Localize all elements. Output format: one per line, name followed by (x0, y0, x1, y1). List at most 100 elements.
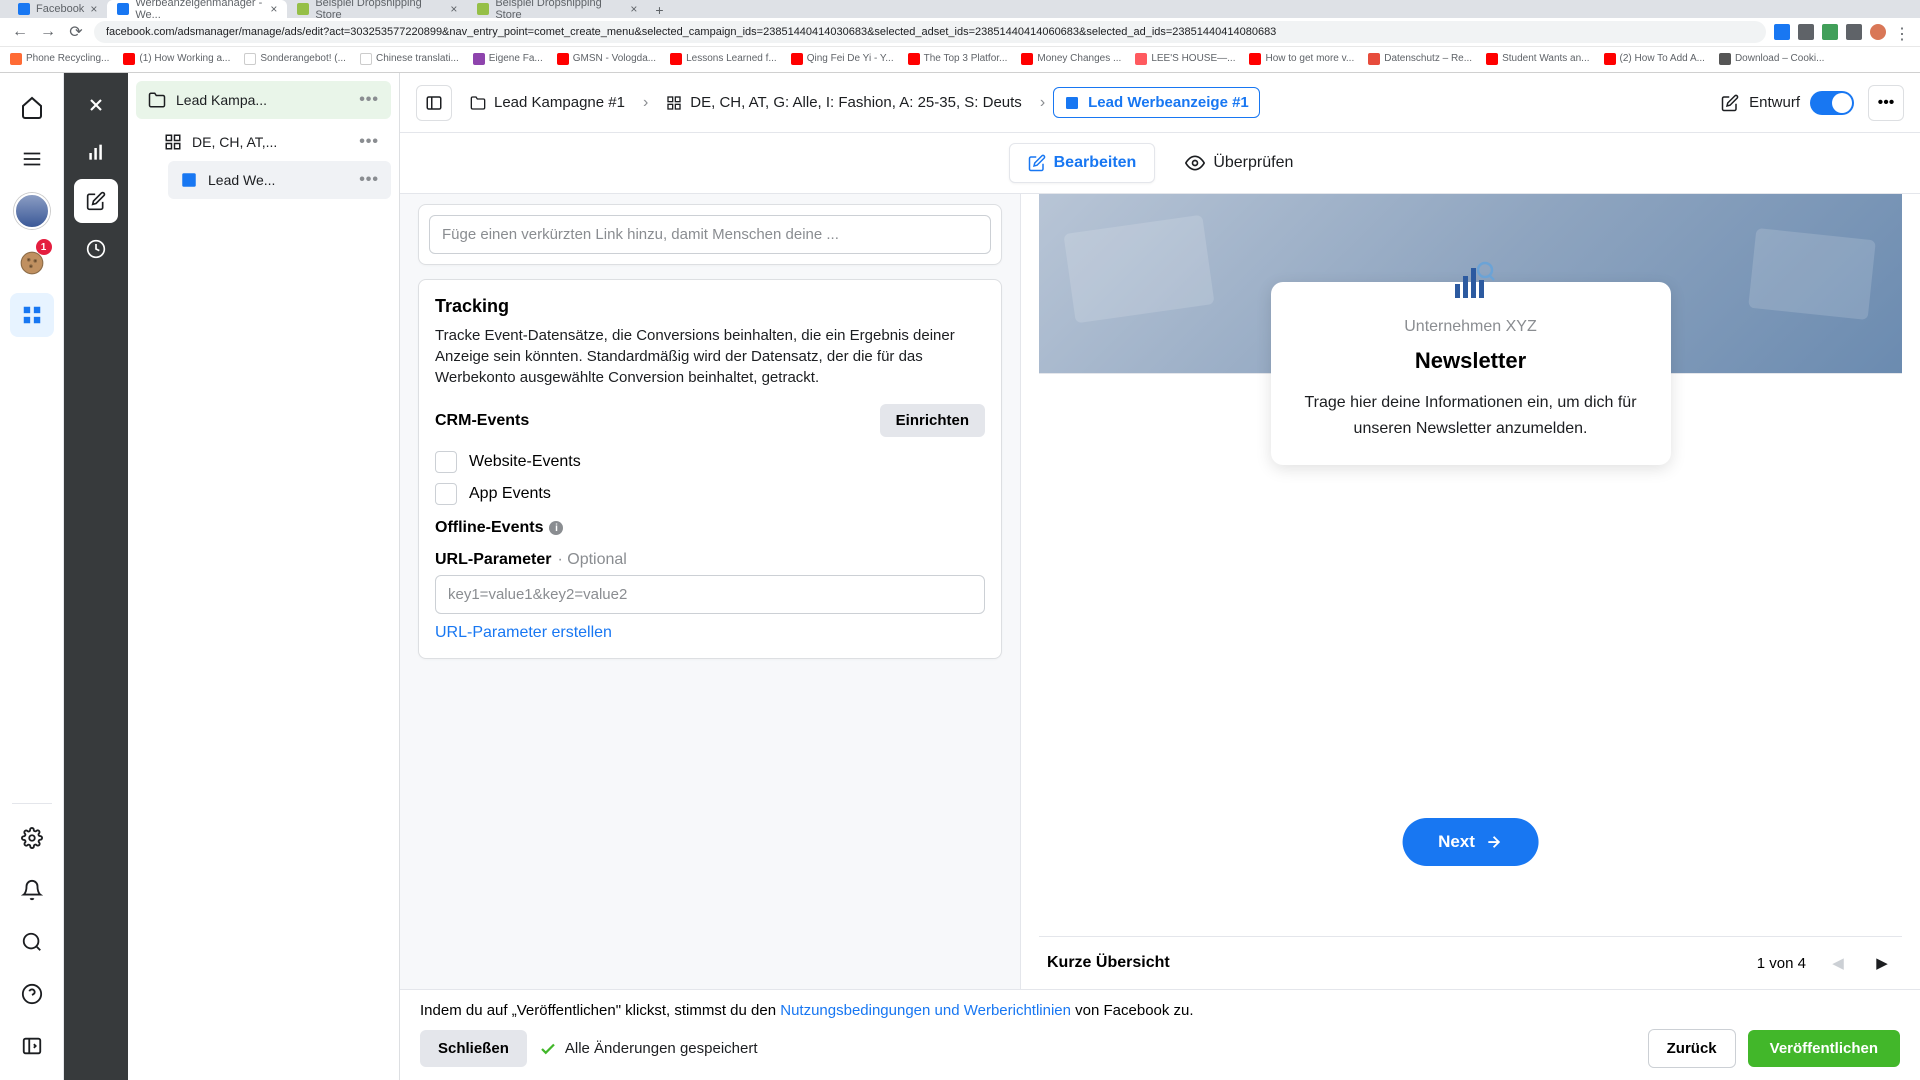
rail-settings[interactable] (10, 816, 54, 860)
url-input[interactable]: facebook.com/adsmanager/manage/ads/edit?… (94, 21, 1766, 43)
bookmark-item[interactable]: The Top 3 Platfor... (908, 53, 1008, 65)
bookmark-item[interactable]: (1) How Working a... (123, 53, 230, 65)
browser-tab[interactable]: Beispiel Dropshipping Store× (467, 0, 647, 18)
bookmark-item[interactable]: (2) How To Add A... (1604, 53, 1705, 65)
rail-search[interactable] (10, 920, 54, 964)
ctx-close[interactable] (74, 83, 118, 127)
bookmark-item[interactable]: Download – Cooki... (1719, 53, 1825, 65)
optional-label: · Optional (557, 551, 626, 569)
bookmark-label: Eigene Fa... (489, 53, 543, 64)
info-icon[interactable]: i (549, 521, 563, 535)
publish-button[interactable]: Veröffentlichen (1748, 1030, 1900, 1067)
close-button[interactable]: Schließen (420, 1030, 527, 1067)
chrome-menu-icon[interactable]: ⋮ (1894, 24, 1910, 40)
tree-adset[interactable]: DE, CH, AT,... ••• (152, 123, 391, 161)
mode-label: Überprüfen (1213, 154, 1293, 172)
ctx-edit[interactable] (74, 179, 118, 223)
mode-label: Bearbeiten (1054, 154, 1137, 172)
ctx-history[interactable] (74, 227, 118, 271)
bookmark-icon (791, 53, 803, 65)
mode-review-tab[interactable]: Überprüfen (1167, 143, 1311, 183)
bookmark-label: Lessons Learned f... (686, 53, 777, 64)
tab-close-icon[interactable]: × (630, 2, 637, 16)
rail-help[interactable] (10, 972, 54, 1016)
bookmark-item[interactable]: Qing Fei De Yi - Y... (791, 53, 894, 65)
more-menu-button[interactable]: ••• (1868, 85, 1904, 121)
bookmark-item[interactable]: Chinese translati... (360, 53, 459, 65)
bookmark-item[interactable]: Sonderangebot! (... (244, 53, 346, 65)
bookmark-item[interactable]: Eigene Fa... (473, 53, 543, 65)
forward-button[interactable]: → (38, 22, 58, 42)
app-events-row[interactable]: App Events (435, 483, 985, 505)
short-link-input[interactable] (429, 215, 991, 254)
back-button[interactable]: ← (10, 22, 30, 42)
website-events-row[interactable]: Website-Events (435, 451, 985, 473)
tab-title: Facebook (36, 3, 84, 15)
website-events-checkbox[interactable] (435, 451, 457, 473)
ctx-chart[interactable] (74, 131, 118, 175)
tree-ad[interactable]: Lead We... ••• (168, 161, 391, 199)
app-events-checkbox[interactable] (435, 483, 457, 505)
bookmark-label: The Top 3 Platfor... (924, 53, 1008, 64)
status-toggle[interactable] (1810, 91, 1854, 115)
extension-icon[interactable] (1798, 24, 1814, 40)
bookmark-item[interactable]: Datenschutz – Re... (1368, 53, 1472, 65)
more-menu-icon[interactable]: ••• (359, 171, 379, 189)
browser-tab[interactable]: Facebook × (8, 0, 107, 18)
rail-notifications[interactable] (10, 868, 54, 912)
url-param-heading: URL-Parameter · Optional (435, 551, 985, 569)
rail-cookie[interactable]: 1 (10, 241, 54, 285)
bookmark-item[interactable]: Money Changes ... (1021, 53, 1121, 65)
breadcrumb-campaign[interactable]: Lead Kampagne #1 (460, 88, 635, 117)
tab-close-icon[interactable]: × (450, 2, 457, 16)
rail-avatar[interactable] (10, 189, 54, 233)
bookmark-item[interactable]: Lessons Learned f... (670, 53, 777, 65)
rail-collapse[interactable] (10, 1024, 54, 1068)
bookmark-label: Student Wants an... (1502, 53, 1589, 64)
crm-setup-button[interactable]: Einrichten (880, 404, 985, 437)
bookmark-label: Qing Fei De Yi - Y... (807, 53, 894, 64)
preview-body-text: Trage hier deine Informationen ein, um d… (1295, 390, 1647, 441)
new-tab-button[interactable]: + (647, 2, 671, 18)
browser-tab[interactable]: Beispiel Dropshipping Store× (287, 0, 467, 18)
preview-next-button[interactable]: Next (1402, 818, 1539, 866)
terms-link[interactable]: Nutzungsbedingungen und Werberichtlinien (780, 1002, 1071, 1019)
tree-campaign[interactable]: Lead Kampa... ••• (136, 81, 391, 119)
bookmark-item[interactable]: How to get more v... (1249, 53, 1354, 65)
extension-icon[interactable] (1822, 24, 1838, 40)
back-button[interactable]: Zurück (1648, 1029, 1736, 1068)
bookmark-item[interactable]: GMSN - Vologda... (557, 53, 656, 65)
profile-avatar-icon[interactable] (1870, 24, 1886, 40)
reload-button[interactable]: ⟳ (66, 22, 86, 42)
bookmark-item[interactable]: LEE'S HOUSE—... (1135, 53, 1235, 65)
extension-icon[interactable] (1846, 24, 1862, 40)
extension-icon[interactable] (1774, 24, 1790, 40)
tracking-heading: Tracking (435, 296, 985, 317)
panel-toggle-button[interactable] (416, 85, 452, 121)
form-column: Tracking Tracke Event-Datensätze, die Co… (400, 194, 1020, 989)
bookmark-icon (670, 53, 682, 65)
breadcrumb-ad[interactable]: Lead Werbeanzeige #1 (1053, 87, 1260, 118)
pager-next-button[interactable]: ▶ (1870, 951, 1894, 975)
rail-ads-manager[interactable] (10, 293, 54, 337)
create-url-param-link[interactable]: URL-Parameter erstellen (435, 624, 985, 642)
tab-close-icon[interactable]: × (90, 2, 97, 16)
more-menu-icon[interactable]: ••• (359, 91, 379, 109)
bookmark-icon (1486, 53, 1498, 65)
bookmark-icon (244, 53, 256, 65)
mode-edit-tab[interactable]: Bearbeiten (1009, 143, 1156, 183)
content-split: Tracking Tracke Event-Datensätze, die Co… (400, 194, 1920, 989)
url-param-input[interactable] (435, 575, 985, 614)
rail-menu[interactable] (10, 137, 54, 181)
preview-column: Unternehmen XYZ Newsletter Trage hier de… (1020, 194, 1920, 989)
grid-icon (666, 95, 682, 111)
bookmark-item[interactable]: Phone Recycling... (10, 53, 109, 65)
bookmark-icon (1249, 53, 1261, 65)
bookmark-item[interactable]: Student Wants an... (1486, 53, 1589, 65)
breadcrumb-adset[interactable]: DE, CH, AT, G: Alle, I: Fashion, A: 25-3… (656, 88, 1032, 117)
more-menu-icon[interactable]: ••• (359, 133, 379, 151)
browser-tab-active[interactable]: Werbeanzeigenmanager - We...× (107, 0, 287, 18)
tab-close-icon[interactable]: × (270, 2, 277, 16)
save-status-text: Alle Änderungen gespeichert (565, 1040, 758, 1057)
rail-home[interactable] (10, 85, 54, 129)
